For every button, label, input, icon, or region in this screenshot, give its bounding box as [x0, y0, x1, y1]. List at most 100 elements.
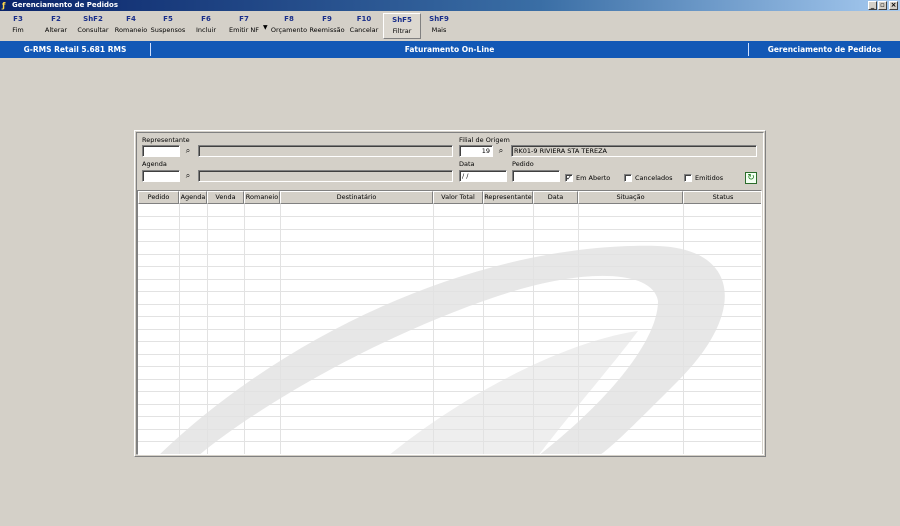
grid-row-line [138, 229, 761, 230]
grid-header: Pedido Agenda Venda Romaneio Destinatári… [138, 191, 761, 204]
grid-row-line [138, 404, 761, 405]
grid-row-line [138, 454, 762, 455]
toolbar-button-emitir-nf[interactable]: F7 Emitir NF [227, 13, 261, 39]
grid-row-line [138, 279, 761, 280]
column-header-valor-total[interactable]: Valor Total [433, 191, 483, 204]
grid-row-line [138, 354, 761, 355]
system-version: G-RMS Retail 5.681 RMS [23, 45, 127, 54]
grid-row-line [138, 254, 761, 255]
pedido-label: Pedido [512, 160, 534, 168]
toolbar-label: Suspensos [150, 26, 186, 34]
toolbar-button-consultar[interactable]: ShF2 Consultar [77, 13, 109, 39]
toolbar-button-suspensos[interactable]: F5 Suspensos [150, 13, 186, 39]
toolbar-label: Fim [12, 26, 24, 34]
emitidos-label: Emitidos [695, 174, 724, 182]
column-header-situacao[interactable]: Situação [578, 191, 683, 204]
toolbar-key: ShF5 [392, 16, 412, 24]
column-header-data[interactable]: Data [533, 191, 578, 204]
data-label: Data [459, 160, 475, 168]
em-aberto-label: Em Aberto [576, 174, 611, 182]
representante-code-input[interactable] [142, 145, 180, 157]
filial-code-input[interactable]: 19 [459, 145, 493, 157]
toolbar-button-filtrar[interactable]: ShF5 Filtrar [383, 13, 421, 39]
toolbar-label: Consultar [77, 26, 109, 34]
window-title: Gerenciamento de Pedidos [12, 1, 119, 9]
grid-row-line [138, 241, 761, 242]
grid-row-line [138, 391, 761, 392]
cancelados-label: Cancelados [635, 174, 673, 182]
toolbar-key: F5 [163, 15, 173, 23]
toolbar-label: Mais [431, 26, 447, 34]
column-header-romaneio[interactable]: Romaneio [244, 191, 280, 204]
representante-name-field [198, 145, 453, 157]
binoculars-icon[interactable]: ⌕ [182, 145, 194, 157]
toolbar-key: F6 [201, 15, 211, 23]
screen-name: Gerenciamento de Pedidos [767, 45, 882, 54]
toolbar-key: F3 [13, 15, 23, 23]
column-header-representante[interactable]: Representante [483, 191, 533, 204]
pedido-input[interactable] [512, 170, 560, 182]
grid-row-line [138, 329, 761, 330]
grid-row-line [138, 341, 761, 342]
binoculars-icon[interactable]: ⌕ [182, 170, 194, 182]
dropdown-arrow-icon[interactable]: ▼ [263, 24, 268, 31]
toolbar-button-reemissao[interactable]: F9 Reemissão [309, 13, 345, 39]
toolbar-button-orcamento[interactable]: F8 Orçamento [270, 13, 308, 39]
em-aberto-checkbox[interactable]: ✓ [565, 174, 573, 182]
column-header-pedido[interactable]: Pedido [138, 191, 179, 204]
toolbar-key: F9 [322, 15, 332, 23]
agenda-name-field [198, 170, 453, 182]
toolbar-key: F2 [51, 15, 61, 23]
toolbar-label: Romaneio [114, 26, 148, 34]
toolbar-button-cancelar[interactable]: F10 Cancelar [348, 13, 380, 39]
grid-body[interactable] [138, 204, 762, 455]
info-bar: G-RMS Retail 5.681 RMS Faturamento On-Li… [0, 41, 900, 58]
refresh-icon[interactable]: ↻ [745, 172, 757, 184]
toolbar-button-alterar[interactable]: F2 Alterar [42, 13, 70, 39]
grid-row-line [138, 379, 761, 380]
grid-row-line [138, 441, 761, 442]
cancelados-checkbox[interactable] [624, 174, 632, 182]
grid-row-line [138, 291, 761, 292]
grid-row-line [138, 266, 761, 267]
grid-row-line [138, 216, 761, 217]
column-header-venda[interactable]: Venda [207, 191, 244, 204]
maximize-button[interactable]: ▫ [878, 1, 887, 10]
toolbar-button-romaneio[interactable]: F4 Romaneio [114, 13, 148, 39]
toolbar-key: F10 [356, 15, 372, 23]
grid-row-line [138, 429, 761, 430]
toolbar-label: Reemissão [309, 26, 345, 34]
column-header-status[interactable]: Status [683, 191, 761, 204]
filial-label: Filial de Origem [459, 136, 510, 144]
agenda-label: Agenda [142, 160, 167, 168]
agenda-code-input[interactable] [142, 170, 180, 182]
toolbar-label: Orçamento [270, 26, 308, 34]
toolbar-button-fim[interactable]: F3 Fim [6, 13, 30, 39]
orders-grid[interactable]: Pedido Agenda Venda Romaneio Destinatári… [137, 190, 762, 455]
toolbar-button-incluir[interactable]: F6 Incluir [193, 13, 219, 39]
close-button[interactable]: × [889, 1, 898, 10]
representante-label: Representante [142, 136, 190, 144]
module-name: Faturamento On-Line [404, 45, 495, 54]
binoculars-icon[interactable]: ⌕ [495, 145, 507, 157]
toolbar-key: F4 [126, 15, 136, 23]
grid-row-line [138, 316, 761, 317]
grid-row-line [138, 304, 761, 305]
toolbar-key: F7 [239, 15, 249, 23]
toolbar-label: Filtrar [392, 27, 412, 35]
toolbar-label: Cancelar [349, 26, 379, 34]
grid-row-line [138, 366, 761, 367]
minimize-button[interactable]: _ [868, 1, 877, 10]
toolbar-key: ShF2 [83, 15, 103, 23]
emitidos-checkbox[interactable] [684, 174, 692, 182]
column-header-agenda[interactable]: Agenda [179, 191, 207, 204]
toolbar-label: Alterar [44, 26, 68, 34]
data-input[interactable]: / / [459, 170, 507, 182]
toolbar-button-mais[interactable]: ShF9 Mais [426, 13, 452, 39]
column-header-destinatario[interactable]: Destinatário [280, 191, 433, 204]
window-titlebar: ƒ Gerenciamento de Pedidos _ ▫ × [0, 0, 900, 11]
toolbar-key: F8 [284, 15, 294, 23]
toolbar-label: Emitir NF [229, 26, 259, 34]
toolbar-key: ShF9 [429, 15, 449, 23]
toolbar-label: Incluir [195, 26, 216, 34]
